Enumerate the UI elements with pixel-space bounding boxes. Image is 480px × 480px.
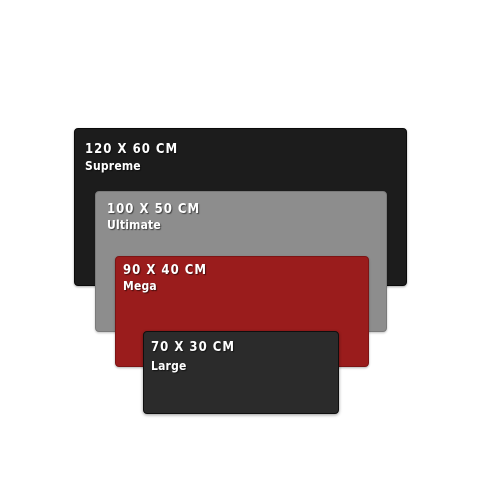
mega-size-label: 90 X 40 CM (123, 263, 208, 278)
mousepad-large: 70 X 30 CM Large (143, 331, 339, 414)
mega-name-label: Mega (123, 279, 157, 293)
ultimate-size-label: 100 X 50 CM (107, 202, 201, 217)
supreme-size-label: 120 X 60 CM (85, 142, 179, 157)
ultimate-name-label: Ultimate (107, 218, 161, 232)
large-size-label: 70 X 30 CM (151, 340, 236, 355)
mousepad-size-comparison: 120 X 60 CM Supreme 100 X 50 CM Ultimate… (0, 0, 480, 480)
large-name-label: Large (151, 359, 187, 373)
supreme-name-label: Supreme (85, 159, 141, 173)
